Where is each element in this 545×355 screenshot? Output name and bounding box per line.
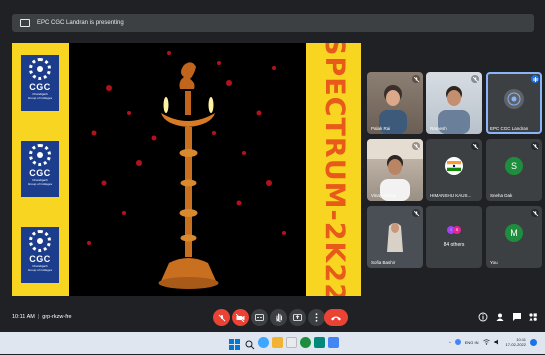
participant-name: Vinay Bhatia	[371, 193, 397, 198]
store-icon[interactable]	[286, 337, 297, 348]
meeting-info-separator: |	[37, 314, 40, 320]
cgc-logo: CGC Chandigarh Group of Colleges	[21, 55, 59, 111]
camera-toggle-button[interactable]	[232, 309, 249, 326]
captions-button[interactable]	[251, 309, 268, 326]
participant-name: You	[490, 260, 498, 265]
chat-button[interactable]	[511, 311, 523, 323]
participant-name: Sofia Bashir	[371, 260, 396, 265]
meet-app-icon[interactable]	[314, 337, 325, 348]
logo-subtitle: Chandigarh Group of Colleges	[27, 92, 53, 100]
cgc-emblem-icon	[29, 58, 51, 80]
meeting-code: grp-rkzw-fre	[42, 314, 72, 320]
banner-text: SPECTRUM-2K22	[318, 43, 350, 296]
participant-name: Palak Rai	[371, 126, 391, 131]
logo-text: CGC	[29, 168, 51, 178]
flag-avatar	[445, 157, 463, 176]
self-tile[interactable]: M You	[486, 206, 542, 268]
logo-text: CGC	[29, 254, 51, 264]
leave-call-button[interactable]	[324, 309, 348, 326]
participant-name: EPC CGC Landran	[490, 126, 529, 131]
chrome-icon[interactable]	[300, 337, 311, 348]
mic-off-icon	[471, 75, 479, 83]
spectrum-banner: SPECTRUM-2K22	[310, 43, 358, 296]
initial-avatar: M	[505, 224, 523, 243]
others-tile[interactable]: I S 84 others	[426, 206, 482, 268]
activities-button[interactable]	[527, 311, 539, 323]
meeting-controls-bar: 10:11 AM | grp-rkzw-fre	[0, 302, 545, 332]
presenting-text: EPC CGC Landran is presenting	[37, 20, 124, 26]
meeting-details-button[interactable]	[477, 311, 489, 323]
meeting-time: 10:11 AM	[12, 314, 35, 320]
brass-lamp-illustration	[87, 51, 286, 289]
wifi-icon[interactable]	[482, 338, 490, 346]
mic-off-icon	[531, 209, 539, 217]
mic-off-icon	[471, 142, 479, 150]
activities-icon	[529, 313, 537, 321]
screen-share-icon	[20, 19, 30, 27]
hang-up-icon	[331, 316, 341, 320]
chat-icon	[513, 313, 521, 321]
cgc-emblem-icon	[29, 230, 51, 252]
edge-icon[interactable]	[258, 337, 269, 348]
participant-tile[interactable]: Sofia Bashir	[367, 206, 423, 268]
participant-tile-presenter[interactable]: EPC CGC Landran	[486, 72, 542, 134]
logo-text: CGC	[29, 82, 51, 92]
system-tray: ^ ENG IN 10:11 17-02-2022	[449, 337, 537, 347]
file-explorer-icon[interactable]	[272, 337, 283, 348]
search-icon[interactable]	[244, 337, 255, 350]
mini-avatar: S	[453, 225, 461, 234]
meet-window: EPC CGC Landran is presenting CGC Chandi…	[0, 0, 545, 354]
captions-icon	[255, 314, 264, 321]
notification-icon[interactable]	[530, 338, 537, 346]
language-indicator[interactable]: ENG IN	[465, 340, 479, 345]
hand-icon	[275, 313, 282, 322]
os-taskbar: ^ ENG IN 10:11 17-02-2022	[0, 332, 545, 354]
slide-left-strip: CGC Chandigarh Group of Colleges CGC Chan…	[12, 43, 69, 296]
start-icon[interactable]	[229, 337, 240, 350]
initial-avatar: S	[505, 157, 523, 176]
mic-off-icon	[531, 142, 539, 150]
taskbar-clock[interactable]: 10:11 17-02-2022	[506, 337, 526, 347]
speaking-icon	[531, 75, 539, 83]
raise-hand-button[interactable]	[270, 309, 287, 326]
logo-subtitle: Chandigarh Group of Colleges	[27, 264, 53, 272]
mic-off-icon	[412, 142, 420, 150]
people-icon	[496, 313, 504, 321]
mic-toggle-button[interactable]	[213, 309, 230, 326]
participant-tile[interactable]: Palak Rai	[367, 72, 423, 134]
present-button[interactable]	[289, 309, 306, 326]
clock-date: 17-02-2022	[505, 342, 526, 347]
volume-icon[interactable]	[494, 339, 500, 346]
mic-off-icon	[218, 314, 225, 321]
others-count: 84 others	[443, 242, 465, 248]
participant-tile[interactable]: Vinay Bhatia	[367, 139, 423, 201]
participant-tile[interactable]: S Sneha Dak	[486, 139, 542, 201]
others-avatars: I S	[447, 225, 461, 234]
mic-off-icon	[412, 209, 420, 217]
shared-screen: CGC Chandigarh Group of Colleges CGC Chan…	[12, 43, 361, 296]
participant-tile[interactable]: HIMANSHU KAUS...	[426, 139, 482, 201]
presenting-banner: EPC CGC Landran is presenting	[12, 14, 534, 32]
cgc-emblem-icon	[29, 144, 51, 166]
more-options-button[interactable]	[308, 309, 325, 326]
participant-name: Sneha Dak	[490, 193, 513, 198]
participant-name: HIMANSHU KAUS...	[430, 193, 472, 198]
presenter-avatar	[504, 89, 524, 110]
meeting-info: 10:11 AM | grp-rkzw-fre	[12, 314, 72, 320]
logo-subtitle: Chandigarh Group of Colleges	[27, 178, 53, 186]
info-icon	[478, 312, 488, 322]
mic-off-icon	[412, 75, 420, 83]
participant-name: Ramesh	[430, 126, 447, 131]
chevron-up-icon[interactable]: ^	[449, 340, 451, 345]
cgc-logo: CGC Chandigarh Group of Colleges	[21, 141, 59, 197]
people-button[interactable]	[494, 311, 506, 323]
participant-tile[interactable]: Ramesh	[426, 72, 482, 134]
app-icon[interactable]	[328, 337, 339, 348]
present-icon	[293, 313, 302, 321]
tray-app-icon[interactable]	[454, 339, 461, 345]
cgc-logo: CGC Chandigarh Group of Colleges	[21, 227, 59, 283]
more-vert-icon	[315, 313, 318, 322]
camera-off-icon	[236, 313, 245, 322]
